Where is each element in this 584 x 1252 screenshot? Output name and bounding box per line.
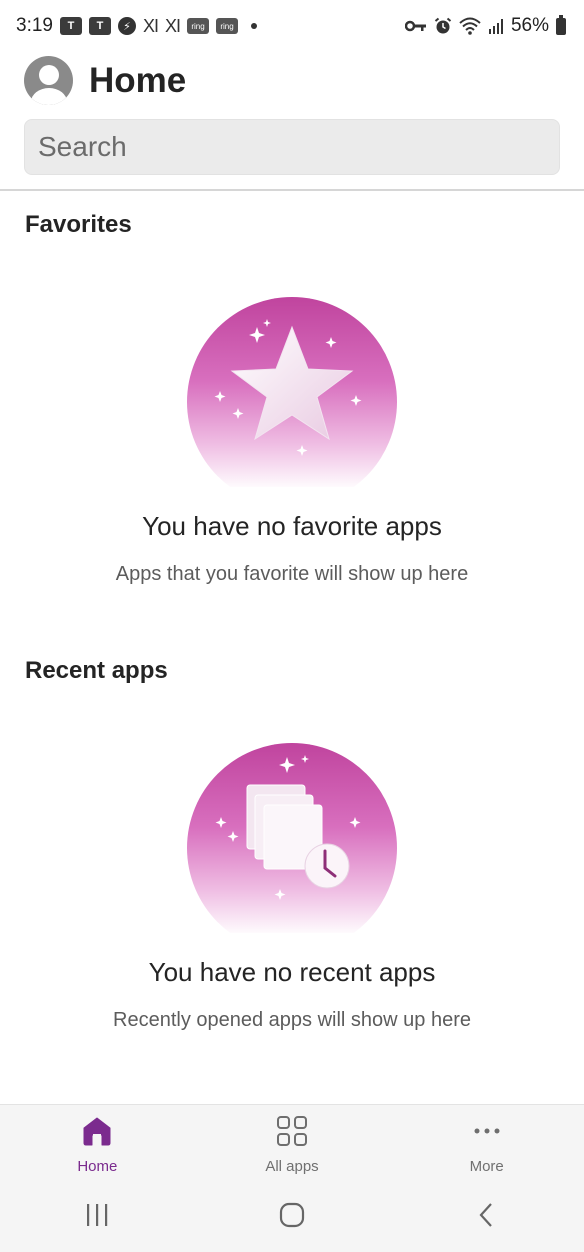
recent-apps-empty-subtitle: Recently opened apps will show up here <box>113 1009 471 1031</box>
favorites-empty-subtitle: Apps that you favorite will show up here <box>115 563 469 585</box>
ring-icon: ring <box>216 18 239 34</box>
messenger-icon: ⚡ <box>117 17 136 35</box>
xi-icon: XI <box>142 15 159 36</box>
teams-icon: T <box>88 17 111 35</box>
bottom-navigation: Home All apps More <box>0 1104 584 1182</box>
nav-more-label: More <box>469 1158 504 1175</box>
recent-apps-heading: Recent apps <box>25 657 168 684</box>
nav-home-label: Home <box>77 1158 118 1175</box>
recents-icon <box>87 1203 108 1226</box>
xi-icon: XI <box>165 15 181 36</box>
header-divider <box>0 189 584 191</box>
search-input[interactable] <box>38 131 559 163</box>
home-circle-icon <box>279 1202 305 1227</box>
dot-icon <box>251 23 258 29</box>
status-bar-left: 3:19 T T ⚡ XI XI ring ring <box>16 15 258 37</box>
nav-all-apps[interactable]: All apps <box>195 1105 390 1182</box>
status-bar: 3:19 T T ⚡ XI XI ring ring 56% <box>0 0 584 52</box>
favorites-star-illustration <box>187 297 397 487</box>
status-bar-right: 56% <box>404 14 566 37</box>
more-icon <box>471 1113 503 1149</box>
grid-icon <box>276 1113 308 1149</box>
favorites-empty-title: You have no favorite apps <box>142 511 442 541</box>
nav-more[interactable]: More <box>389 1105 584 1182</box>
back-icon <box>479 1202 492 1227</box>
status-time: 3:19 <box>16 15 53 36</box>
back-button[interactable] <box>473 1201 501 1234</box>
nav-all-apps-label: All apps <box>265 1158 319 1175</box>
system-navigation-bar <box>0 1182 584 1252</box>
recents-button[interactable] <box>83 1202 111 1233</box>
recent-apps-empty-title: You have no recent apps <box>148 957 436 987</box>
nav-home[interactable]: Home <box>0 1105 195 1182</box>
avatar[interactable] <box>24 56 73 105</box>
favorites-heading: Favorites <box>25 211 132 238</box>
battery-percent: 56% <box>510 15 549 36</box>
wifi-icon <box>459 16 481 36</box>
signal-icon <box>488 16 504 36</box>
home-system-button[interactable] <box>278 1201 306 1234</box>
header: Home <box>24 56 186 105</box>
key-icon <box>404 16 427 36</box>
alarm-icon <box>434 16 452 36</box>
battery-icon <box>556 14 566 35</box>
app-screen: 3:19 T T ⚡ XI XI ring ring 56% Home Sear… <box>0 0 584 1252</box>
search-box[interactable] <box>24 119 560 175</box>
recent-apps-clock-illustration <box>187 743 397 933</box>
ring-icon: ring <box>187 18 210 34</box>
teams-icon: T <box>59 17 82 35</box>
page-title: Home <box>89 60 187 100</box>
home-icon <box>81 1113 113 1149</box>
